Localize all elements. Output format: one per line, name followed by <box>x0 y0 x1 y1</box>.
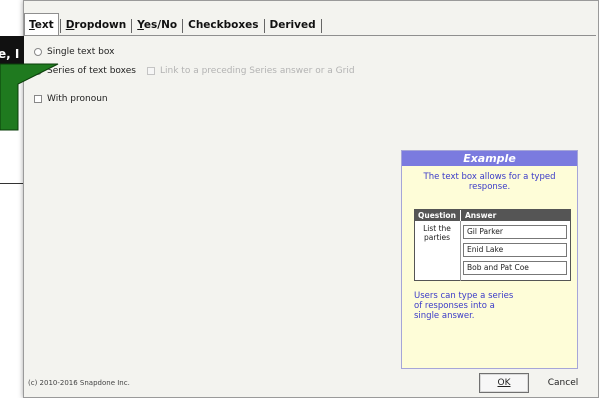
tab-dropdown[interactable]: Dropdown <box>62 15 131 35</box>
link-preceding-series-option[interactable]: Link to a preceding Series answer or a G… <box>147 66 355 76</box>
example-note-text: Users can type a series of responses int… <box>414 291 514 321</box>
column-divider <box>460 221 461 281</box>
tab-label: Checkboxes <box>188 19 259 31</box>
column-question-header: Question <box>415 210 461 221</box>
copyright-text: (c) 2010-2016 Snapdone Inc. <box>28 379 130 387</box>
question-options-dialog: Text Dropdown Yes/No Checkboxes Derived … <box>23 0 599 398</box>
tab-derived[interactable]: Derived <box>266 15 320 35</box>
column-answer-header: Answer <box>465 211 497 220</box>
tab-separator <box>59 19 61 33</box>
cancel-button[interactable]: Cancel <box>534 373 592 393</box>
callout-bubble-icon <box>0 63 59 131</box>
example-answer-box: Bob and Pat Coe <box>463 261 567 275</box>
text-tab-panel: Single text box Series of text boxes Lin… <box>24 35 596 369</box>
series-of-text-boxes-label: Series of text boxes <box>47 66 136 76</box>
link-preceding-series-label: Link to a preceding Series answer or a G… <box>160 66 355 76</box>
tab-yes-no[interactable]: Yes/No <box>133 15 181 35</box>
tab-bar: Text Dropdown Yes/No Checkboxes Derived <box>24 13 323 38</box>
tab-separator <box>131 19 133 33</box>
tab-separator <box>182 19 184 33</box>
example-panel: Example The text box allows for a typed … <box>401 150 578 369</box>
example-intro-text: The text box allows for a typed response… <box>423 172 556 192</box>
example-answer-box: Gil Parker <box>463 225 567 239</box>
tab-separator <box>320 19 322 33</box>
tab-label: ext <box>34 19 54 31</box>
tab-mnemonic: Y <box>137 19 144 31</box>
example-answer-box: Enid Lake <box>463 243 567 257</box>
example-table: Question Answer List the parties Gil Par… <box>414 209 571 281</box>
example-header: Example <box>402 151 577 166</box>
tab-label: ropdown <box>74 19 127 31</box>
example-question-text: List the parties <box>423 224 451 242</box>
single-text-box-radio[interactable] <box>34 48 42 56</box>
ok-button-label: OK <box>497 378 511 388</box>
ok-button[interactable]: OK <box>479 373 529 393</box>
tab-label: Derived <box>269 19 316 31</box>
cancel-button-label: Cancel <box>547 378 579 388</box>
link-preceding-series-checkbox[interactable] <box>147 67 155 75</box>
tab-checkboxes[interactable]: Checkboxes <box>184 15 262 35</box>
tab-separator <box>263 19 265 33</box>
example-table-header: Question Answer <box>415 210 570 221</box>
tab-label: es/No <box>143 19 178 31</box>
